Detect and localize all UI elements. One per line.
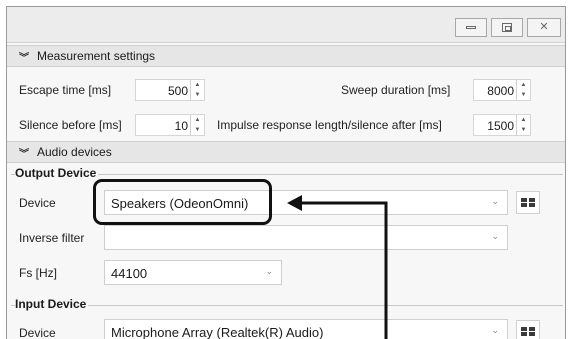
- sweep-duration-stepper[interactable]: ▲ ▼: [516, 80, 530, 100]
- output-device-label: Device: [19, 196, 56, 210]
- input-device-label: Device: [19, 326, 56, 339]
- sweep-duration-label: Sweep duration [ms]: [341, 83, 451, 97]
- spin-up-icon[interactable]: ▲: [517, 80, 530, 90]
- output-device-settings-button[interactable]: [516, 191, 540, 214]
- output-device-title: Output Device: [15, 166, 99, 180]
- sweep-duration-spinbox[interactable]: 8000 ▲ ▼: [473, 79, 531, 101]
- input-group-border: [11, 305, 563, 306]
- chevron-down-icon[interactable]: ⌄: [491, 231, 499, 242]
- grid-icon: [529, 327, 535, 331]
- maximize-button[interactable]: [491, 18, 523, 37]
- spin-up-icon[interactable]: ▲: [191, 115, 204, 125]
- spin-up-icon[interactable]: ▲: [517, 115, 530, 125]
- spin-down-icon[interactable]: ▼: [191, 90, 204, 100]
- close-button[interactable]: ✕: [527, 18, 561, 37]
- audio-devices-title: Audio devices: [37, 145, 112, 159]
- minimize-button[interactable]: [455, 18, 487, 37]
- sweep-duration-value: 8000: [487, 84, 514, 98]
- impulse-response-spinbox[interactable]: 1500 ▲ ▼: [473, 114, 531, 136]
- input-device-value: Microphone Array (Realtek(R) Audio): [111, 325, 324, 339]
- chevron-down-icon[interactable]: ⌄: [491, 196, 499, 207]
- spin-down-icon[interactable]: ▼: [191, 125, 204, 135]
- measurement-settings-header[interactable]: ︾ Measurement settings: [7, 45, 565, 67]
- fs-label: Fs [Hz]: [19, 266, 57, 280]
- fs-value: 44100: [111, 266, 148, 281]
- title-bar: ✕: [7, 7, 565, 43]
- silence-before-label: Silence before [ms]: [19, 118, 122, 132]
- escape-time-spinbox[interactable]: 500 ▲ ▼: [135, 79, 205, 101]
- inverse-filter-label: Inverse filter: [19, 231, 85, 245]
- chevron-down-icon[interactable]: ⌄: [491, 325, 499, 336]
- output-device-value: Speakers (OdeonOmni): [111, 196, 249, 211]
- silence-before-spinbox[interactable]: 10 ▲ ▼: [135, 114, 205, 136]
- spin-up-icon[interactable]: ▲: [191, 80, 204, 90]
- measurement-window: ✕ ︾ Measurement settings Escape time [ms…: [6, 6, 566, 339]
- input-device-settings-button[interactable]: [516, 320, 540, 339]
- impulse-response-stepper[interactable]: ▲ ▼: [516, 115, 530, 135]
- fs-select[interactable]: 44100 ⌄: [104, 260, 282, 285]
- escape-time-label: Escape time [ms]: [19, 83, 112, 97]
- impulse-response-value: 1500: [487, 119, 514, 133]
- output-device-select[interactable]: Speakers (OdeonOmni) ⌄: [104, 190, 508, 215]
- input-device-select[interactable]: Microphone Array (Realtek(R) Audio) ⌄: [104, 319, 508, 339]
- grid-icon: [529, 332, 535, 336]
- chevron-down-icon[interactable]: ⌄: [265, 266, 273, 277]
- input-device-title: Input Device: [15, 297, 89, 311]
- double-chevron-icon: ︾: [19, 52, 29, 64]
- grid-icon: [521, 327, 527, 331]
- minimize-icon: [466, 26, 476, 29]
- spin-down-icon[interactable]: ▼: [517, 125, 530, 135]
- grid-icon: [521, 203, 527, 207]
- measurement-settings-title: Measurement settings: [37, 49, 156, 63]
- grid-icon: [521, 198, 527, 202]
- double-chevron-icon: ︾: [19, 148, 29, 160]
- inverse-filter-select[interactable]: ⌄: [104, 225, 508, 250]
- grid-icon: [521, 332, 527, 336]
- silence-before-value: 10: [174, 119, 188, 133]
- grid-icon: [529, 198, 535, 202]
- maximize-icon: [502, 23, 512, 32]
- spin-down-icon[interactable]: ▼: [517, 90, 530, 100]
- grid-icon: [529, 203, 535, 207]
- close-icon: ✕: [539, 21, 549, 33]
- escape-time-value: 500: [167, 84, 188, 98]
- impulse-response-label: Impulse response length/silence after [m…: [217, 118, 442, 132]
- audio-devices-header[interactable]: ︾ Audio devices: [7, 141, 565, 163]
- escape-time-stepper[interactable]: ▲ ▼: [190, 80, 204, 100]
- silence-before-stepper[interactable]: ▲ ▼: [190, 115, 204, 135]
